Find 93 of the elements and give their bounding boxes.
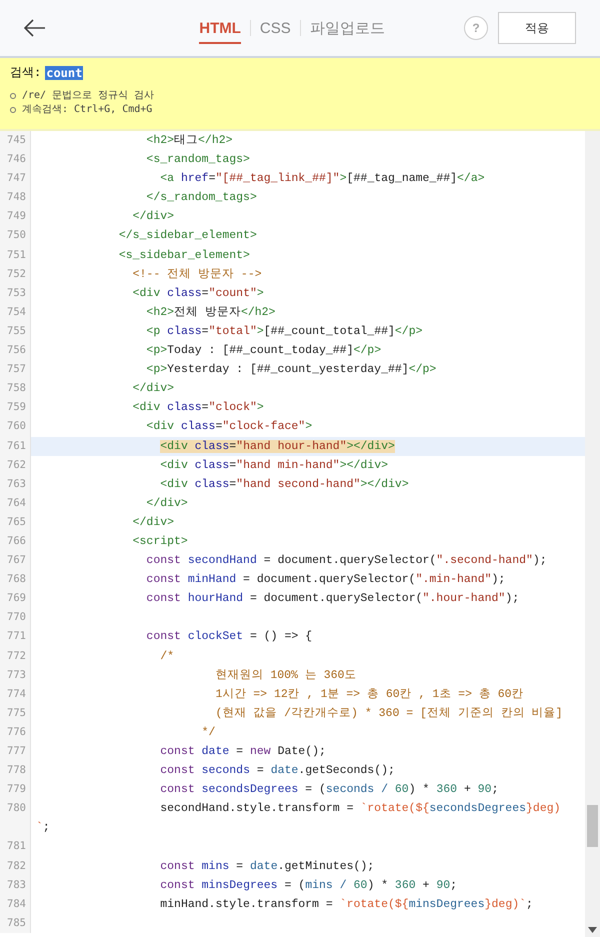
- line-number: 755: [0, 322, 31, 342]
- bullet-icon: [10, 107, 16, 113]
- code-line: </div>: [132, 381, 176, 398]
- line-number: 758: [0, 379, 31, 398]
- line-number: 759: [0, 398, 31, 418]
- line-number: 753: [0, 284, 31, 303]
- code-line: <h2>태그</h2>: [145, 133, 234, 149]
- line-number: 762: [0, 456, 31, 475]
- line-number: 773: [0, 666, 31, 685]
- line-number: 749: [0, 207, 31, 226]
- code-line: <div class="clock">: [132, 400, 265, 416]
- code-line: <p>Today : [##_count_today_##]</p>: [145, 343, 382, 360]
- bullet-icon: [10, 93, 16, 99]
- code-line: const secondsDegrees = (seconds / 60) * 360 + 90;: [159, 782, 500, 798]
- line-number: 750: [0, 226, 31, 246]
- line-number: 778: [0, 761, 31, 780]
- code-line: secondHand.style.transform = `rotate(${secondsDegrees}deg)`;: [35, 801, 562, 836]
- code-line: <p>Yesterday : [##_count_yesterday_##]</p>: [145, 362, 438, 378]
- line-number: 763: [0, 474, 31, 494]
- code-line: (현재 값을 /각칸개수로) * 360 = [전체 기준의 칸의 비율]: [214, 706, 564, 722]
- line-number: 776: [0, 722, 31, 742]
- code-line: <!-- 전체 방문자 -->: [132, 266, 263, 283]
- line-number: 780: [0, 799, 31, 838]
- code-line: <p class="total">[##_count_total_##]</p>: [145, 324, 424, 340]
- line-number: 747: [0, 169, 31, 188]
- line-number: 770: [0, 608, 31, 628]
- line-number: 746: [0, 150, 31, 170]
- scroll-down-icon[interactable]: [588, 927, 597, 933]
- editor-tab[interactable]: CSS: [260, 12, 291, 44]
- line-number: 769: [0, 589, 31, 608]
- code-line: /*: [159, 648, 176, 665]
- code-line: <s_random_tags>: [145, 152, 251, 168]
- code-line: <script>: [132, 534, 189, 550]
- code-line: <div class="hand min-hand"></div>: [159, 458, 390, 474]
- help-button[interactable]: ?: [464, 16, 488, 40]
- line-number: 774: [0, 684, 31, 704]
- editor-tab[interactable]: 파일업로드: [310, 11, 385, 45]
- code-line: */: [200, 724, 216, 741]
- code-line: <s_sidebar_element>: [118, 248, 251, 264]
- code-line: </div>: [132, 209, 176, 226]
- search-label: 검색:: [10, 64, 42, 81]
- line-number: 748: [0, 188, 31, 208]
- line-number: 772: [0, 646, 31, 666]
- code-line: const hourHand = document.querySelector(".hour-hand");: [145, 591, 520, 608]
- line-number: 765: [0, 512, 31, 532]
- code-line: </s_random_tags>: [145, 190, 258, 206]
- line-number: 771: [0, 627, 31, 647]
- line-number: 752: [0, 264, 31, 284]
- line-number: 760: [0, 417, 31, 436]
- code-line: const date = new Date();: [159, 744, 327, 760]
- search-hint: 계속검색: Ctrl+G, Cmd+G: [22, 103, 152, 117]
- line-number: 781: [0, 837, 31, 857]
- code-line: </div>: [145, 496, 189, 512]
- line-number: 754: [0, 302, 31, 322]
- line-number: 785: [0, 914, 31, 933]
- line-number: 757: [0, 360, 31, 380]
- code-line: const clockSet = () => {: [145, 629, 314, 646]
- line-number: 761: [0, 436, 31, 456]
- scroll-thumb[interactable]: [587, 805, 598, 847]
- line-number: 783: [0, 876, 31, 895]
- line-number: 784: [0, 894, 31, 914]
- code-line: </div>: [132, 514, 176, 531]
- search-hint: /re/ 문법으로 정규식 검사: [22, 89, 154, 103]
- scrollbar[interactable]: [585, 131, 600, 937]
- code-line: 현재원의 100% 는 360도: [214, 668, 358, 684]
- code-line: </s_sidebar_element>: [118, 228, 258, 244]
- code-line: 1시간 => 12칸 , 1분 => 총 60칸 , 1초 => 총 60칸: [214, 686, 525, 703]
- line-number: 768: [0, 570, 31, 590]
- line-number: 775: [0, 704, 31, 723]
- search-query[interactable]: count: [45, 66, 84, 80]
- code-line: const secondHand = document.querySelector(".second-hand");: [145, 553, 548, 570]
- code-line: <h2>전체 방문자</h2>: [145, 304, 276, 321]
- apply-button[interactable]: 적용: [498, 12, 576, 44]
- code-line: const minsDegrees = (mins / 60) * 360 + 90;: [159, 878, 458, 894]
- code-line: <a href="[##_tag_link_##]">[##_tag_name_##]</a>: [159, 171, 486, 188]
- code-line: const seconds = date.getSeconds();: [159, 763, 396, 780]
- code-line: const mins = date.getMinutes();: [159, 858, 376, 875]
- line-number: 766: [0, 532, 31, 552]
- line-number: 777: [0, 742, 31, 762]
- line-number: 745: [0, 131, 31, 150]
- back-arrow-icon: [24, 19, 46, 37]
- line-number: 751: [0, 246, 31, 265]
- line-number: 779: [0, 780, 31, 800]
- line-number: 764: [0, 494, 31, 513]
- code-line: const minHand = document.querySelector(".min-hand");: [145, 572, 506, 588]
- line-number: 756: [0, 341, 31, 360]
- code-line: <div class="count">: [132, 286, 265, 302]
- line-number: 782: [0, 856, 31, 876]
- line-number: 767: [0, 551, 31, 570]
- code-line: <div class="hand second-hand"></div>: [159, 476, 410, 493]
- editor-tab[interactable]: HTML: [199, 12, 241, 44]
- code-line: minHand.style.transform = `rotate(${minsDegrees}deg)`;: [159, 896, 534, 913]
- code-line: <div class="clock-face">: [145, 419, 314, 436]
